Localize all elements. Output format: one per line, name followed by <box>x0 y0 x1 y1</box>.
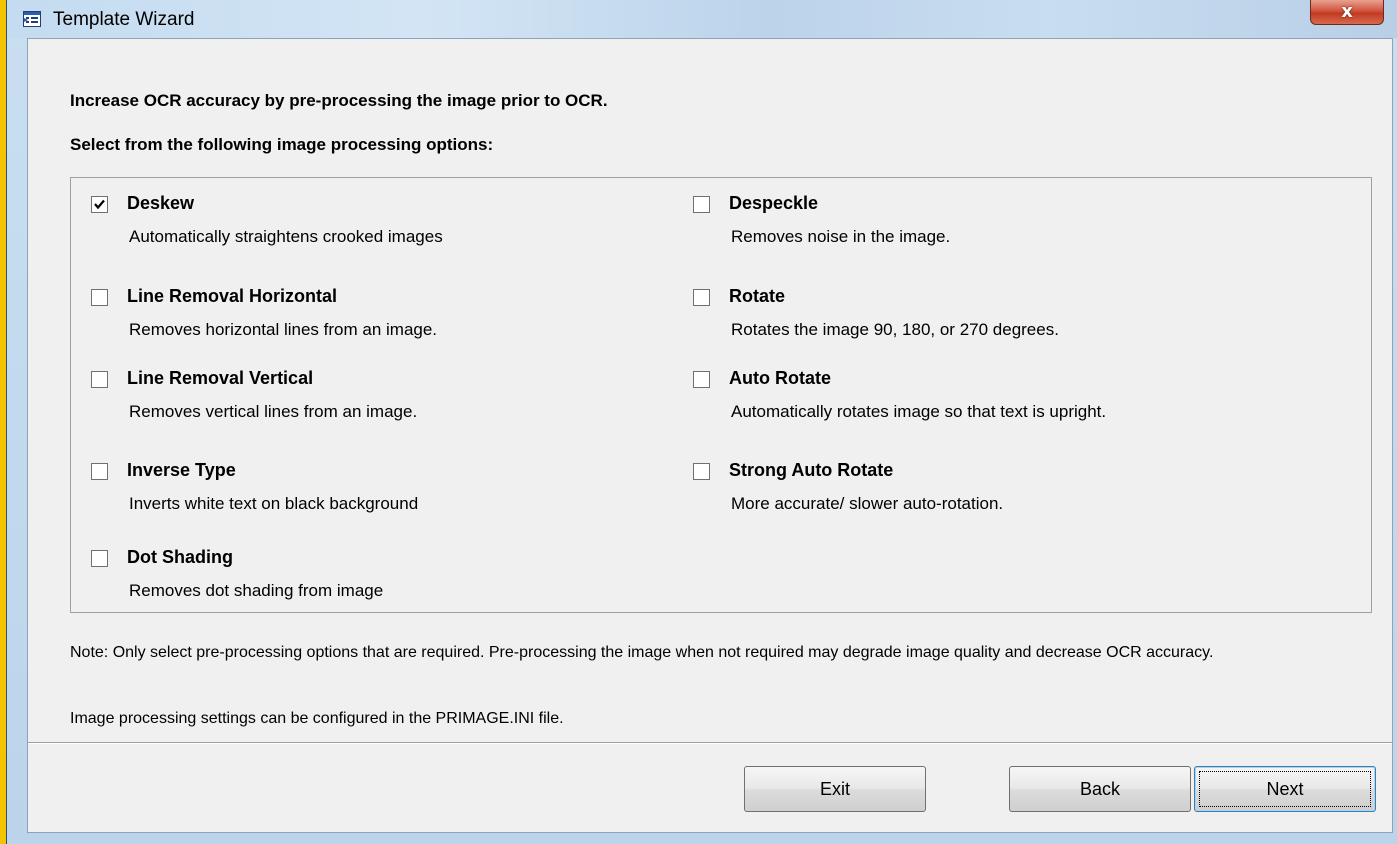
option-description: Automatically rotates image so that text… <box>731 402 1107 421</box>
divider <box>28 742 1392 744</box>
line-removal-horizontal-checkbox[interactable] <box>91 289 108 306</box>
option-description: More accurate/ slower auto-rotation. <box>731 494 1004 513</box>
option-label[interactable]: Strong Auto Rotate <box>729 460 893 481</box>
auto-rotate-checkbox[interactable] <box>693 371 710 388</box>
option-label[interactable]: Dot Shading <box>127 547 233 568</box>
rotate-checkbox[interactable] <box>693 289 710 306</box>
title-bar[interactable]: Template Wizard x <box>7 0 1397 38</box>
template-wizard-window: Template Wizard x Increase OCR accuracy … <box>6 0 1397 844</box>
deskew-checkbox[interactable] <box>91 196 108 213</box>
next-button[interactable]: Next <box>1194 766 1376 812</box>
option-label[interactable]: Line Removal Horizontal <box>127 286 337 307</box>
option-description: Automatically straightens crooked images <box>129 227 443 246</box>
option-description: Removes horizontal lines from an image. <box>129 320 438 339</box>
window-title: Template Wizard <box>53 9 195 30</box>
exit-button[interactable]: Exit <box>744 766 926 812</box>
option-label[interactable]: Auto Rotate <box>729 368 831 389</box>
dialog-body: Increase OCR accuracy by pre-processing … <box>27 38 1393 833</box>
options-group: Deskew Automatically straightens crooked… <box>70 177 1372 613</box>
strong-auto-rotate-checkbox[interactable] <box>693 463 710 480</box>
note-text: Note: Only select pre-processing options… <box>70 644 1214 661</box>
close-button[interactable]: x <box>1310 0 1384 25</box>
template-wizard-icon <box>23 11 41 27</box>
option-description: Rotates the image 90, 180, or 270 degree… <box>731 320 1059 339</box>
close-icon: x <box>1341 0 1353 22</box>
option-label[interactable]: Inverse Type <box>127 460 236 481</box>
back-button[interactable]: Back <box>1009 766 1191 812</box>
dot-shading-checkbox[interactable] <box>91 550 108 567</box>
option-description: Removes vertical lines from an image. <box>129 402 418 421</box>
line-removal-vertical-checkbox[interactable] <box>91 371 108 388</box>
option-label[interactable]: Rotate <box>729 286 785 307</box>
options-heading: Select from the following image processi… <box>70 135 494 154</box>
option-description: Removes dot shading from image <box>129 581 384 600</box>
option-description: Removes noise in the image. <box>731 227 951 246</box>
intro-text: Increase OCR accuracy by pre-processing … <box>70 91 608 110</box>
despeckle-checkbox[interactable] <box>693 196 710 213</box>
inverse-type-checkbox[interactable] <box>91 463 108 480</box>
focus-rectangle <box>1199 771 1371 807</box>
checkmark-icon <box>94 199 105 210</box>
option-description: Inverts white text on black background <box>129 494 419 513</box>
option-label[interactable]: Line Removal Vertical <box>127 368 313 389</box>
settings-note: Image processing settings can be configu… <box>70 710 564 727</box>
option-label[interactable]: Despeckle <box>729 193 818 214</box>
option-label[interactable]: Deskew <box>127 193 194 214</box>
